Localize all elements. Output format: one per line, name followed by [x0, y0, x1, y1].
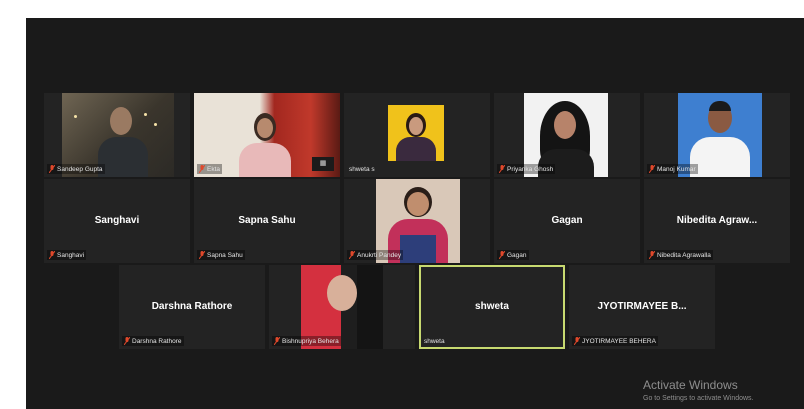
- participant-name-label: shweta: [422, 337, 447, 346]
- participant-name-label: Sanghavi: [47, 250, 87, 260]
- mic-muted-icon: [574, 337, 580, 345]
- participant-display-name: Darshna Rathore: [151, 301, 233, 312]
- participant-name-label: Sapna Sahu: [197, 250, 245, 260]
- participant-tile-ekta[interactable]: ▦ Ekta: [194, 93, 340, 177]
- participant-name: Manoj Kumar: [657, 165, 696, 173]
- participant-name: Sapna Sahu: [207, 251, 243, 259]
- participant-tile-sanghavi[interactable]: Sanghavi Sanghavi: [44, 179, 190, 263]
- participant-name-label: Bishnupriya Behera: [272, 336, 341, 346]
- mic-muted-icon: [499, 165, 505, 173]
- participant-display-name: Sanghavi: [94, 215, 140, 226]
- participant-name-label: Nibedita Agrawalla: [647, 250, 713, 260]
- participant-name-label: Sandeep Gupta: [47, 164, 105, 174]
- participant-tile-sapna[interactable]: Sapna Sahu Sapna Sahu: [194, 179, 340, 263]
- mic-muted-icon: [649, 251, 655, 259]
- participant-tile-manoj[interactable]: Manoj Kumar: [644, 93, 790, 177]
- participant-display-name: shweta: [475, 301, 509, 312]
- mic-muted-icon: [199, 165, 205, 173]
- participant-tile-darshna[interactable]: Darshna Rathore Darshna Rathore: [119, 265, 265, 349]
- participant-name-label: Priyanka Ghosh: [497, 164, 556, 174]
- participant-tile-bishnupriya[interactable]: Bishnupriya Behera: [269, 265, 415, 349]
- participant-name: Ekta: [207, 165, 221, 173]
- participant-name: JYOTIRMAYEE BEHERA: [582, 337, 656, 345]
- participant-video: [388, 105, 444, 161]
- mic-muted-icon: [274, 337, 280, 345]
- mic-muted-icon: [349, 251, 355, 259]
- participant-name: Priyanka Ghosh: [507, 165, 554, 173]
- mic-muted-icon: [499, 251, 505, 259]
- participant-name-label: JYOTIRMAYEE BEHERA: [572, 336, 658, 346]
- participant-name-label: Anukrti Pandey: [347, 250, 404, 260]
- activate-windows-watermark-subtitle: Go to Settings to activate Windows.: [643, 395, 754, 402]
- participant-name-label: Gagan: [497, 250, 529, 260]
- participant-tile-jyotirmayee[interactable]: JYOTIRMAYEE B... JYOTIRMAYEE BEHERA: [569, 265, 715, 349]
- participant-name: Anukrti Pandey: [357, 251, 402, 259]
- participant-name: Bishnupriya Behera: [282, 337, 339, 345]
- participant-tile-nibedita[interactable]: Nibedita Agraw... Nibedita Agrawalla: [644, 179, 790, 263]
- mic-muted-icon: [649, 165, 655, 173]
- mic-muted-icon: [49, 251, 55, 259]
- participant-name-label: Manoj Kumar: [647, 164, 698, 174]
- mic-muted-icon: [199, 251, 205, 259]
- participant-display-name: JYOTIRMAYEE B...: [597, 301, 687, 312]
- participant-tile-priyanka[interactable]: Priyanka Ghosh: [494, 93, 640, 177]
- participant-name: Gagan: [507, 251, 527, 259]
- participant-name: Darshna Rathore: [132, 337, 182, 345]
- participant-display-name: Sapna Sahu: [238, 215, 296, 226]
- participant-name-label: Ekta: [197, 164, 223, 174]
- participant-tile-shweta-active-speaker[interactable]: shweta shweta: [419, 265, 565, 349]
- participant-display-name: Nibedita Agraw...: [676, 215, 758, 226]
- participant-tile-anukrti[interactable]: Anukrti Pandey: [344, 179, 490, 263]
- participant-tile-gagan[interactable]: Gagan Gagan: [494, 179, 640, 263]
- participant-name: Sanghavi: [57, 251, 85, 259]
- participant-name-label: Darshna Rathore: [122, 336, 184, 346]
- participant-name: Sandeep Gupta: [57, 165, 103, 173]
- participant-name: Nibedita Agrawalla: [657, 251, 711, 259]
- activate-windows-watermark-title: Activate Windows: [643, 378, 738, 392]
- participant-tile-shweta-s[interactable]: shweta s: [344, 93, 490, 177]
- tv-icon: ▦: [312, 157, 334, 171]
- gallery-view: Sandeep Gupta ▦ Ekta shweta s Priyanka G…: [26, 18, 804, 409]
- participant-name: shweta: [424, 338, 445, 345]
- participant-name-label: shweta s: [347, 165, 377, 174]
- participant-tile-sandeep[interactable]: Sandeep Gupta: [44, 93, 190, 177]
- participant-name: shweta s: [349, 166, 375, 173]
- mic-muted-icon: [49, 165, 55, 173]
- mic-muted-icon: [124, 337, 130, 345]
- participant-display-name: Gagan: [551, 215, 583, 226]
